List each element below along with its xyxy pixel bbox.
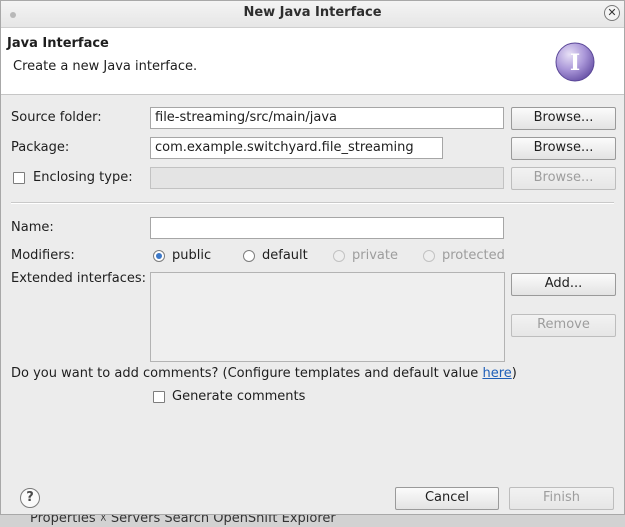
- window-title: New Java Interface: [243, 5, 382, 20]
- extended-interfaces-label: Extended interfaces:: [11, 271, 147, 286]
- source-folder-field[interactable]: file-streaming/src/main/java: [150, 107, 504, 129]
- comments-question: Do you want to add comments? (Configure …: [11, 366, 517, 381]
- title-bar[interactable]: New Java Interface ✕: [1, 1, 624, 28]
- comments-question-text: Do you want to add comments? (Configure …: [11, 366, 483, 381]
- wizard-banner: Java Interface Create a new Java interfa…: [1, 28, 624, 95]
- name-label: Name:: [11, 220, 54, 235]
- background-workbench-tabs: Properties ☓ Servers Search OpenShift Ex…: [0, 515, 625, 527]
- remove-interface-button: Remove: [511, 314, 616, 337]
- modifier-public-label[interactable]: public: [172, 248, 211, 263]
- banner-description: Create a new Java interface.: [13, 59, 198, 74]
- banner-title: Java Interface: [7, 36, 109, 51]
- source-folder-label: Source folder:: [11, 110, 102, 125]
- modifier-private-radio: [333, 250, 345, 262]
- generate-comments-label[interactable]: Generate comments: [172, 389, 305, 404]
- enclosing-type-label: Enclosing type:: [33, 170, 133, 185]
- name-field[interactable]: [150, 217, 504, 239]
- modifier-private-label: private: [352, 248, 398, 263]
- modifier-default-label[interactable]: default: [262, 248, 308, 263]
- interface-wizard-icon: I: [555, 42, 595, 82]
- source-folder-browse-button[interactable]: Browse...: [511, 107, 616, 130]
- enclosing-type-browse-button: Browse...: [511, 167, 616, 190]
- modifier-public-radio[interactable]: [153, 250, 165, 262]
- enclosing-type-checkbox[interactable]: [13, 172, 25, 184]
- configure-templates-link[interactable]: here: [482, 366, 511, 381]
- new-java-interface-dialog: New Java Interface ✕ Java Interface Crea…: [0, 0, 625, 515]
- extended-interfaces-list[interactable]: [150, 272, 505, 362]
- modifier-protected-label: protected: [442, 248, 505, 263]
- comments-question-end: ): [511, 366, 517, 381]
- generate-comments-checkbox[interactable]: [153, 391, 165, 403]
- modifiers-label: Modifiers:: [11, 248, 75, 263]
- modifier-protected-radio: [423, 250, 435, 262]
- background-tabs-text: Properties ☓ Servers Search OpenShift Ex…: [30, 515, 336, 526]
- cancel-button[interactable]: Cancel: [395, 487, 499, 510]
- modifier-default-radio[interactable]: [243, 250, 255, 262]
- separator: [11, 202, 614, 204]
- close-icon[interactable]: ✕: [604, 5, 620, 21]
- finish-button: Finish: [509, 487, 614, 510]
- enclosing-type-field: [150, 167, 504, 189]
- package-field[interactable]: com.example.switchyard.file_streaming: [150, 137, 443, 159]
- help-icon[interactable]: ?: [20, 488, 40, 508]
- package-browse-button[interactable]: Browse...: [511, 137, 616, 160]
- package-label: Package:: [11, 140, 70, 155]
- add-interface-button[interactable]: Add...: [511, 273, 616, 296]
- interface-icon-letter: I: [570, 50, 580, 76]
